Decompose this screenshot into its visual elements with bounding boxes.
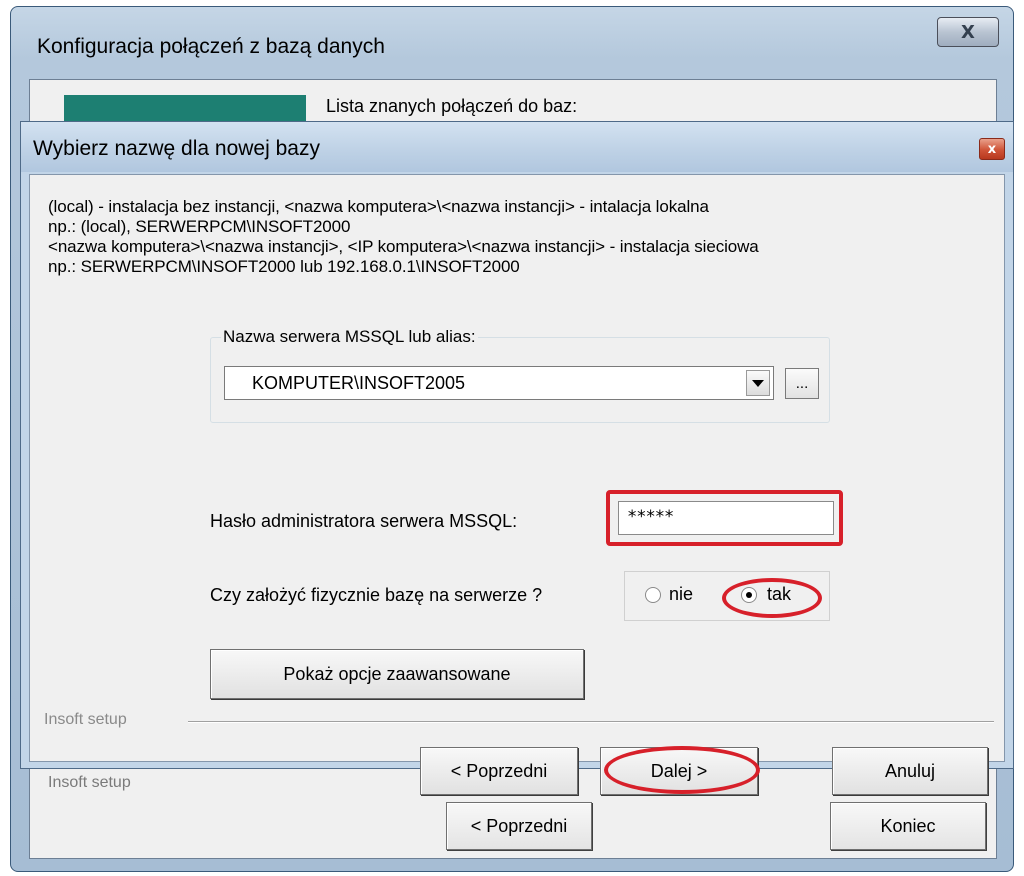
- server-group-label: Nazwa serwera MSSQL lub alias:: [221, 327, 478, 347]
- highlight-ellipse: [722, 578, 822, 618]
- info-line-4: np.: SERWERPCM\INSOFT2000 lub 192.168.0.…: [48, 257, 520, 276]
- server-combobox[interactable]: KOMPUTER\INSOFT2005: [224, 366, 774, 400]
- info-line-1: (local) - instalacja bez instancji, <naz…: [48, 197, 709, 216]
- password-label: Hasło administratora serwera MSSQL:: [210, 511, 518, 531]
- dialog-close-button[interactable]: x: [979, 138, 1005, 160]
- info-line-2: np.: (local), SERWERPCM\INSOFT2000: [48, 217, 351, 236]
- dialog-title: Wybierz nazwę dla nowej bazy: [33, 137, 320, 160]
- radio-no[interactable]: [645, 587, 661, 603]
- background-setup-label: Insoft setup: [48, 774, 131, 791]
- server-groupbox: Nazwa serwera MSSQL lub alias: KOMPUTER\…: [210, 327, 830, 423]
- combobox-dropdown-button[interactable]: [746, 370, 770, 396]
- admin-password-field[interactable]: *****: [618, 501, 834, 535]
- cancel-button[interactable]: Anuluj: [832, 747, 988, 795]
- setup-divider: [188, 721, 994, 723]
- background-prev-button[interactable]: < Poprzedni: [446, 802, 592, 850]
- dialog-client-area: (local) - instalacja bez instancji, <naz…: [29, 174, 1005, 795]
- radio-no-label[interactable]: nie: [669, 584, 693, 605]
- connections-list-label: Lista znanych połączeń do baz:: [326, 96, 578, 116]
- background-finish-button[interactable]: Koniec: [830, 802, 986, 850]
- show-advanced-options-button[interactable]: Pokaż opcje zaawansowane: [210, 649, 584, 699]
- highlight-ellipse: [604, 746, 760, 794]
- browse-servers-button[interactable]: ...: [785, 368, 819, 399]
- new-database-dialog: Wybierz nazwę dla nowej bazy x (local) -…: [20, 121, 1014, 795]
- chevron-down-icon: [752, 379, 764, 387]
- info-line-3: <nazwa komputera>\<nazwa instancji>, <IP…: [48, 237, 759, 256]
- background-window-title: Konfiguracja połączeń z bazą danych: [37, 35, 385, 58]
- setup-label: Insoft setup: [44, 711, 127, 728]
- close-icon: x: [987, 141, 997, 157]
- dialog-titlebar: Wybierz nazwę dla nowej bazy x: [21, 122, 1013, 172]
- background-close-button[interactable]: X: [937, 17, 999, 47]
- background-titlebar: Konfiguracja połączeń z bazą danych X: [11, 7, 1013, 77]
- server-combobox-value: KOMPUTER\INSOFT2005: [252, 373, 466, 393]
- close-icon: X: [961, 21, 975, 43]
- prev-button[interactable]: < Poprzedni: [420, 747, 578, 795]
- create-db-label: Czy założyć fizycznie bazę na serwerze ?: [210, 585, 543, 605]
